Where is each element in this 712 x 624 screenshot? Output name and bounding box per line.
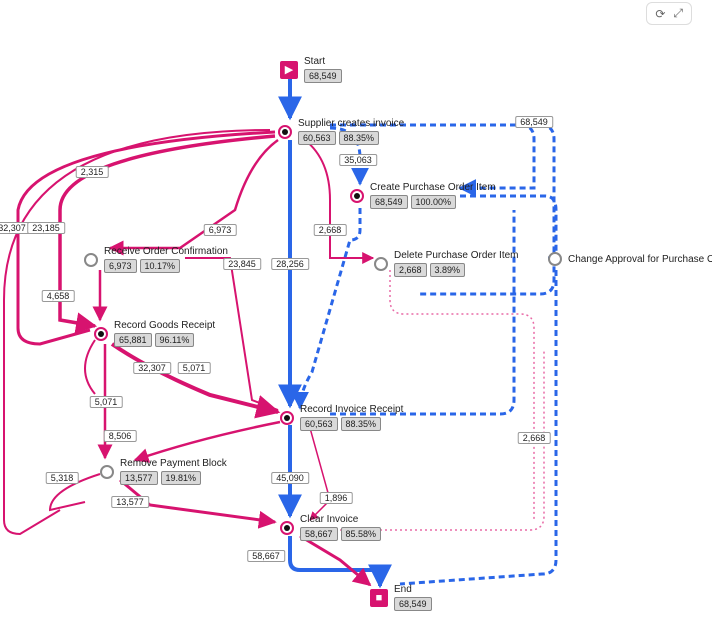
stop-icon: ■ — [370, 589, 388, 607]
node-count: 2,668 — [394, 263, 427, 277]
node-create-po-item[interactable]: Create Purchase Order Item 68,549 100.00… — [350, 182, 496, 209]
node-title: Record Goods Receipt — [114, 320, 215, 331]
edge-label: 28,256 — [271, 258, 309, 270]
edge-label: 23,185 — [27, 222, 65, 234]
node-count: 60,563 — [298, 131, 336, 145]
end-title: End — [394, 584, 432, 595]
node-title: Remove Payment Block — [120, 458, 227, 469]
node-core-icon — [548, 252, 562, 266]
edge-label: 23,845 — [223, 258, 261, 270]
node-receive-order-confirmation[interactable]: Receive Order Confirmation 6,973 10.17% — [84, 246, 228, 273]
edge-label: 35,063 — [339, 154, 377, 166]
node-change-approval[interactable]: Change Approval for Purchase Order — [548, 252, 712, 266]
node-pct: 96.11% — [155, 333, 195, 347]
reset-icon[interactable]: ⟳ — [655, 7, 665, 21]
node-core-icon — [100, 465, 114, 479]
node-record-goods-receipt[interactable]: Record Goods Receipt 65,881 96.11% — [94, 320, 215, 347]
node-supplier-creates-invoice[interactable]: Supplier creates invoice 60,563 88.35% — [278, 118, 404, 145]
play-icon: ▶ — [280, 61, 298, 79]
node-count: 60,563 — [300, 417, 338, 431]
node-core-icon — [350, 189, 364, 203]
start-title: Start — [304, 56, 342, 67]
node-core-icon — [280, 411, 294, 425]
edge-label: 2,668 — [314, 224, 347, 236]
end-node[interactable]: ■ End 68,549 — [370, 584, 432, 611]
end-count: 68,549 — [394, 597, 432, 611]
edge-label: 6,973 — [204, 224, 237, 236]
canvas-toolbar: ⟳ ⤢ — [646, 2, 692, 25]
edge-label: 5,071 — [178, 362, 211, 374]
node-title: Create Purchase Order Item — [370, 182, 496, 193]
node-delete-po-item[interactable]: Delete Purchase Order Item 2,668 3.89% — [374, 250, 519, 277]
node-pct: 19.81% — [161, 471, 202, 485]
node-core-icon — [374, 257, 388, 271]
node-clear-invoice[interactable]: Clear Invoice 58,667 85.58% — [280, 514, 381, 541]
node-count: 13,577 — [120, 471, 158, 485]
node-title: Delete Purchase Order Item — [394, 250, 519, 261]
node-core-icon — [94, 327, 108, 341]
edge-label: 32,307 — [0, 222, 31, 234]
edge-label: 68,549 — [515, 116, 553, 128]
node-remove-payment-block[interactable]: Remove Payment Block 13,577 19.81% — [100, 458, 227, 485]
node-count: 68,549 — [370, 195, 408, 209]
node-title: Change Approval for Purchase Order — [568, 254, 712, 265]
edge-label: 5,318 — [46, 472, 79, 484]
edge-label: 4,658 — [42, 290, 75, 302]
edge-label: 13,577 — [111, 496, 149, 508]
edge-label: 58,667 — [247, 550, 285, 562]
node-pct: 85.58% — [341, 527, 382, 541]
node-count: 6,973 — [104, 259, 137, 273]
node-core-icon — [280, 521, 294, 535]
node-title: Record Invoice Receipt — [300, 404, 403, 415]
edge-label: 5,071 — [90, 396, 123, 408]
node-core-icon — [278, 125, 292, 139]
node-pct: 100.00% — [411, 195, 457, 209]
edge-label: 2,315 — [76, 166, 109, 178]
node-pct: 10.17% — [140, 259, 181, 273]
node-core-icon — [84, 253, 98, 267]
edge-label: 1,896 — [320, 492, 353, 504]
node-record-invoice-receipt[interactable]: Record Invoice Receipt 60,563 88.35% — [280, 404, 403, 431]
node-pct: 3.89% — [430, 263, 466, 277]
node-title: Clear Invoice — [300, 514, 381, 525]
expand-icon[interactable]: ⤢ — [673, 6, 683, 21]
edge-label: 8,506 — [104, 430, 137, 442]
node-pct: 88.35% — [339, 131, 380, 145]
start-count: 68,549 — [304, 69, 342, 83]
edge-label: 32,307 — [133, 362, 171, 374]
edge-label: 2,668 — [518, 432, 551, 444]
node-pct: 88.35% — [341, 417, 382, 431]
node-title: Receive Order Confirmation — [104, 246, 228, 257]
start-node[interactable]: ▶ Start 68,549 — [280, 56, 342, 83]
node-title: Supplier creates invoice — [298, 118, 404, 129]
node-count: 58,667 — [300, 527, 338, 541]
node-count: 65,881 — [114, 333, 152, 347]
edge-label: 45,090 — [271, 472, 309, 484]
